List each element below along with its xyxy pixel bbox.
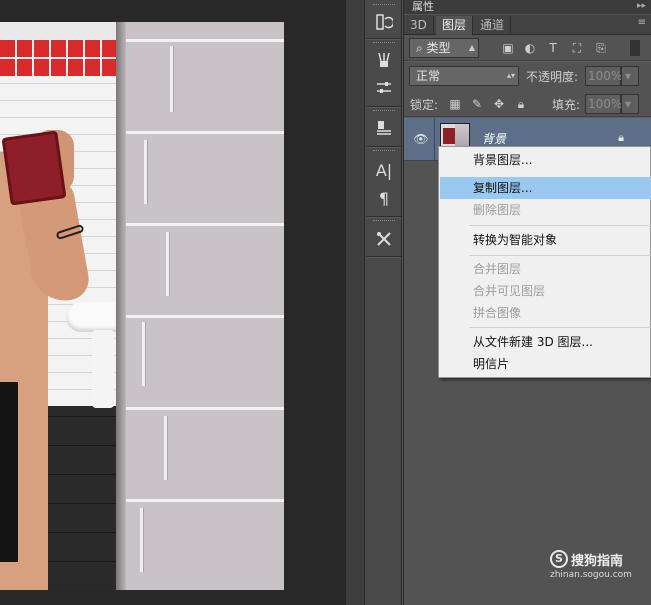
strip-grip[interactable] bbox=[373, 220, 395, 224]
panel-tabbar: 3D 图层 通道 ≡ bbox=[404, 15, 651, 35]
collapse-arrows-icon[interactable]: ▸▸ bbox=[637, 1, 646, 11]
lock-all-icon[interactable]: 🔒︎ bbox=[514, 97, 528, 111]
lock-transparent-pixels-icon[interactable]: ▦ bbox=[448, 97, 462, 111]
fill-label: 填充: bbox=[552, 98, 581, 112]
dock-separator bbox=[346, 0, 364, 605]
menu-separator bbox=[469, 327, 651, 328]
document-canvas[interactable] bbox=[0, 0, 364, 605]
image-sink-pedestal bbox=[92, 330, 114, 408]
character-icon[interactable]: A| bbox=[371, 158, 397, 182]
tab-layers[interactable]: 图层 bbox=[436, 16, 474, 35]
menu-item-new-3d-layer-from-file[interactable]: 从文件新建 3D 图层... bbox=[440, 331, 651, 353]
watermark-url: zhinan.sogou.com bbox=[550, 570, 632, 580]
image-red-tile-band bbox=[0, 40, 118, 76]
paragraph-icon[interactable]: ¶ bbox=[371, 186, 397, 210]
menu-item-postcard[interactable]: 明信片 bbox=[440, 353, 651, 375]
layer-lock-icon: 🔒︎ bbox=[618, 131, 624, 144]
watermark: S 搜狗指南 zhinan.sogou.com bbox=[544, 550, 644, 586]
opacity-label: 不透明度: bbox=[526, 70, 579, 84]
opacity-dropdown-button[interactable]: ▾ bbox=[621, 66, 639, 86]
menu-item-delete-layer[interactable]: 删除图层 bbox=[440, 199, 651, 221]
image-sink bbox=[66, 302, 118, 332]
menu-item-duplicate-layer[interactable]: 复制图层... bbox=[440, 177, 651, 199]
image-phone bbox=[1, 130, 67, 206]
fill-field[interactable]: 100% bbox=[585, 94, 622, 114]
blend-mode-select[interactable]: 正常 ▴▾ bbox=[409, 66, 519, 86]
properties-label[interactable]: 属性 bbox=[412, 0, 434, 13]
strip-grip[interactable] bbox=[373, 42, 395, 46]
shape-filter-icon[interactable]: ⛶ bbox=[569, 40, 585, 56]
panel-titlebar[interactable]: 属性 ▸▸ bbox=[404, 0, 651, 14]
strip-grip[interactable] bbox=[373, 4, 395, 8]
filter-kind-value: 类型 bbox=[426, 41, 451, 55]
image-brick-wall bbox=[126, 22, 284, 590]
strip-grip[interactable] bbox=[373, 150, 395, 154]
tool-presets-icon[interactable] bbox=[371, 227, 397, 251]
watermark-title: 搜狗指南 bbox=[571, 554, 624, 569]
history-icon[interactable] bbox=[371, 10, 397, 34]
eye-visibility-icon[interactable]: 👁︎ bbox=[413, 132, 429, 146]
fill-dropdown-button[interactable]: ▾ bbox=[621, 94, 639, 114]
adjustments-icon[interactable] bbox=[371, 76, 397, 100]
sogou-logo-icon: S bbox=[550, 550, 568, 568]
search-icon: ⌕ bbox=[416, 41, 427, 55]
menu-item-convert-smart-object[interactable]: 转换为智能对象 bbox=[440, 229, 651, 251]
filter-kind-select[interactable]: ⌕ 类型 ▲ bbox=[409, 38, 479, 58]
type-filter-icon[interactable]: T bbox=[545, 40, 561, 56]
image-person-pants bbox=[0, 382, 18, 562]
filter-toggle-switch[interactable] bbox=[630, 40, 640, 56]
menu-item-background-layer[interactable]: 背景图层... bbox=[440, 149, 651, 171]
stepper-arrows-icon: ▴▾ bbox=[506, 71, 515, 80]
layer-context-menu: 背景图层... 复制图层... 删除图层 转换为智能对象 合并图层 合并可见图层… bbox=[438, 146, 651, 378]
adjustment-filter-icon[interactable]: ◐ bbox=[522, 40, 538, 56]
clone-source-icon[interactable] bbox=[371, 116, 397, 140]
tab-3d[interactable]: 3D bbox=[404, 16, 434, 35]
image-filter-icon[interactable]: ▣ bbox=[500, 40, 516, 56]
canvas-image bbox=[0, 22, 284, 590]
menu-item-merge-layers[interactable]: 合并图层 bbox=[440, 258, 651, 280]
brush-presets-icon[interactable] bbox=[371, 48, 397, 72]
blend-mode-value: 正常 bbox=[416, 69, 441, 83]
lock-label: 锁定: bbox=[410, 98, 439, 112]
smart-object-filter-icon[interactable]: ⎘ bbox=[593, 40, 609, 56]
stepper-arrows-icon: ▲ bbox=[468, 43, 475, 52]
strip-grip[interactable] bbox=[373, 110, 395, 114]
lock-position-icon[interactable]: ✥ bbox=[492, 97, 506, 111]
panel-icon-strip: A| ¶ bbox=[364, 0, 402, 605]
lock-image-pixels-icon[interactable]: ✎ bbox=[470, 97, 484, 111]
panel-menu-icon[interactable]: ≡ bbox=[638, 17, 646, 28]
menu-separator bbox=[469, 225, 651, 226]
layer-name[interactable]: 背景 bbox=[482, 130, 506, 147]
menu-item-merge-visible[interactable]: 合并可见图层 bbox=[440, 280, 651, 302]
menu-item-flatten-image[interactable]: 拼合图像 bbox=[440, 302, 651, 324]
menu-separator bbox=[469, 255, 651, 256]
opacity-field[interactable]: 100% bbox=[585, 66, 622, 86]
tab-channels[interactable]: 通道 bbox=[474, 16, 512, 35]
